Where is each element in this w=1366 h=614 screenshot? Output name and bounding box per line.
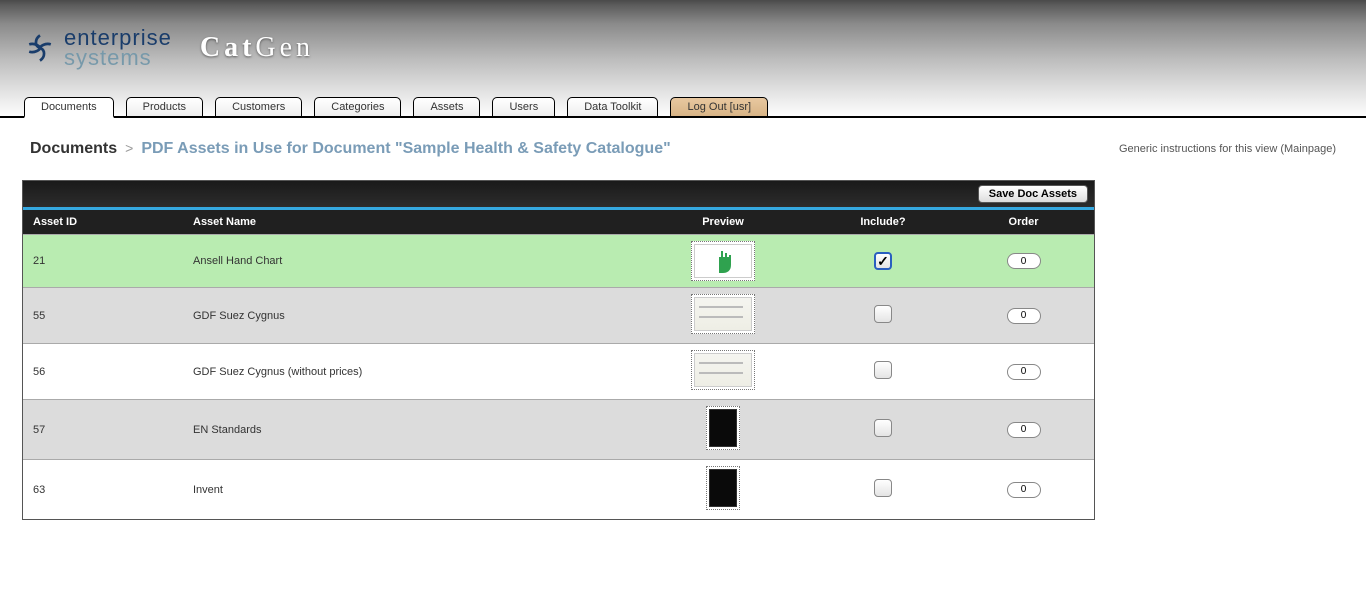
include-checkbox[interactable] — [874, 361, 892, 379]
assets-table: Asset ID Asset Name Preview Include? Ord… — [23, 210, 1094, 519]
preview-thumbnail[interactable] — [691, 350, 755, 390]
breadcrumb-root[interactable]: Documents — [30, 140, 117, 158]
cell-include — [813, 235, 953, 288]
cell-preview — [633, 288, 813, 344]
cell-asset-name: Ansell Hand Chart — [183, 235, 633, 288]
order-input[interactable] — [1007, 422, 1041, 438]
cell-asset-id: 55 — [23, 288, 183, 344]
tab-log-out-usr[interactable]: Log Out [usr] — [670, 97, 768, 116]
dark-thumb-icon — [709, 469, 737, 507]
preview-thumbnail[interactable] — [706, 466, 740, 510]
cell-preview — [633, 400, 813, 460]
cell-asset-name: Invent — [183, 460, 633, 520]
tab-documents[interactable]: Documents — [24, 97, 114, 118]
hand-thumb-icon — [694, 244, 752, 278]
brand-logo: enterprise systems — [22, 28, 172, 68]
cell-include — [813, 288, 953, 344]
cell-asset-id: 57 — [23, 400, 183, 460]
cell-order — [953, 344, 1094, 400]
cell-order — [953, 235, 1094, 288]
cell-asset-name: GDF Suez Cygnus — [183, 288, 633, 344]
order-input[interactable] — [1007, 308, 1041, 324]
cell-asset-name: GDF Suez Cygnus (without prices) — [183, 344, 633, 400]
col-header-asset-name[interactable]: Asset Name — [183, 210, 633, 235]
tab-data-toolkit[interactable]: Data Toolkit — [567, 97, 658, 116]
order-input[interactable] — [1007, 253, 1041, 269]
doc-thumb-icon — [694, 297, 752, 331]
preview-thumbnail[interactable] — [706, 406, 740, 450]
app-title-cat: Cat — [200, 32, 256, 63]
include-checkbox[interactable] — [874, 252, 892, 270]
tab-products[interactable]: Products — [126, 97, 203, 116]
order-input[interactable] — [1007, 482, 1041, 498]
doc-thumb-icon — [694, 353, 752, 387]
cell-include — [813, 460, 953, 520]
nav-tabs: Documents Products Customers Categories Asse… — [0, 97, 1366, 118]
brand-text-bottom: systems — [64, 48, 172, 68]
cell-preview — [633, 460, 813, 520]
cell-asset-id: 21 — [23, 235, 183, 288]
tab-users[interactable]: Users — [492, 97, 555, 116]
brand-mark-icon — [22, 30, 58, 66]
col-header-order[interactable]: Order — [953, 210, 1094, 235]
order-input[interactable] — [1007, 364, 1041, 380]
breadcrumb: Documents > PDF Assets in Use for Docume… — [30, 140, 671, 158]
save-doc-assets-button[interactable]: Save Doc Assets — [978, 185, 1088, 203]
cell-asset-id: 63 — [23, 460, 183, 520]
preview-thumbnail[interactable] — [691, 241, 755, 281]
tab-customers[interactable]: Customers — [215, 97, 302, 116]
table-row: 57EN Standards — [23, 400, 1094, 460]
include-checkbox[interactable] — [874, 419, 892, 437]
cell-asset-id: 56 — [23, 344, 183, 400]
cell-order — [953, 460, 1094, 520]
cell-include — [813, 400, 953, 460]
cell-order — [953, 288, 1094, 344]
col-header-asset-id[interactable]: Asset ID — [23, 210, 183, 235]
tab-categories[interactable]: Categories — [314, 97, 401, 116]
table-row: 55GDF Suez Cygnus — [23, 288, 1094, 344]
app-header: enterprise systems CatGen Documents Produ… — [0, 0, 1366, 118]
breadcrumb-leaf: PDF Assets in Use for Document "Sample H… — [141, 140, 670, 158]
cell-order — [953, 400, 1094, 460]
table-row: 63Invent — [23, 460, 1094, 520]
table-row: 56GDF Suez Cygnus (without prices) — [23, 344, 1094, 400]
cell-asset-name: EN Standards — [183, 400, 633, 460]
cell-preview — [633, 344, 813, 400]
tab-assets[interactable]: Assets — [413, 97, 480, 116]
view-instructions: Generic instructions for this view (Main… — [1119, 143, 1336, 155]
table-row: 21Ansell Hand Chart — [23, 235, 1094, 288]
app-title: CatGen — [200, 32, 314, 64]
breadcrumb-separator: > — [125, 140, 133, 156]
table-toolbar: Save Doc Assets — [23, 181, 1094, 210]
col-header-preview[interactable]: Preview — [633, 210, 813, 235]
cell-include — [813, 344, 953, 400]
include-checkbox[interactable] — [874, 479, 892, 497]
preview-thumbnail[interactable] — [691, 294, 755, 334]
col-header-include[interactable]: Include? — [813, 210, 953, 235]
cell-preview — [633, 235, 813, 288]
assets-table-container: Save Doc Assets Asset ID Asset Name Prev… — [22, 180, 1095, 520]
app-title-gen: Gen — [255, 32, 314, 63]
include-checkbox[interactable] — [874, 305, 892, 323]
dark-thumb-icon — [709, 409, 737, 447]
